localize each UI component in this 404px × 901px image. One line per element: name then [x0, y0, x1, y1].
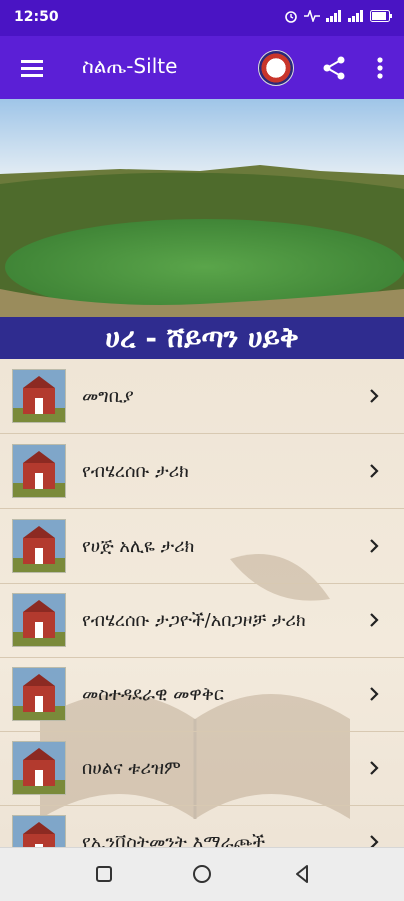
list-item-label: በሀልና ቱሪዝም [82, 757, 181, 779]
menu-list: መግቢያ የብሄረሰቡ ታሪክ የሀጅ አሊዬ ታሪክ የብሄረሰቡ ታጋዮች/… [0, 359, 404, 847]
app-title: ስልጤ-Silte [82, 54, 178, 78]
chevron-right-icon [370, 687, 379, 701]
list-item[interactable]: የብሄረሰቡ ታጋዮች/አበጋዞቻ ታሪክ [0, 583, 404, 658]
share-icon[interactable] [320, 54, 348, 82]
list-item[interactable]: የሀጅ አሊዬ ታሪክ [0, 509, 404, 584]
chevron-right-icon [370, 761, 379, 775]
list-item[interactable]: መስተዳደራዊ መዋቅር [0, 657, 404, 732]
church-thumbnail-icon [12, 741, 66, 795]
chevron-right-icon [370, 464, 379, 478]
chevron-right-icon [370, 835, 379, 847]
church-thumbnail-icon [12, 444, 66, 498]
signal-icon-2 [348, 10, 363, 22]
list-item-label: የብሄረሰቡ ታሪክ [82, 460, 189, 482]
church-thumbnail-icon [12, 667, 66, 721]
chevron-right-icon [370, 389, 379, 403]
church-thumbnail-icon [12, 369, 66, 423]
status-time: 12:50 [14, 9, 59, 25]
signal-icon [326, 10, 341, 22]
church-thumbnail-icon [12, 519, 66, 573]
app-bar: ስልጤ-Silte [0, 36, 404, 99]
page-heading: ሀረ - ሸይጣን ሀይቅ [0, 317, 404, 359]
list-item-label: የኢንቨስትመንት እማራጮች [82, 831, 266, 848]
back-triangle-icon[interactable] [290, 862, 314, 886]
chevron-right-icon [370, 613, 379, 627]
list-item[interactable]: የብሄረሰቡ ታሪክ [0, 434, 404, 509]
battery-icon [370, 10, 392, 22]
activity-icon [304, 10, 320, 22]
circle-nav-icon[interactable] [190, 862, 214, 886]
status-icons [284, 9, 392, 23]
list-item[interactable]: በሀልና ቱሪዝም [0, 731, 404, 806]
list-item[interactable]: መግቢያ [0, 359, 404, 434]
system-nav-bar [0, 847, 404, 901]
list-item-label: መግቢያ [82, 385, 134, 407]
chevron-right-icon [370, 539, 379, 553]
church-thumbnail-icon [12, 815, 66, 847]
banner-image [0, 99, 404, 317]
list-item-label: መስተዳደራዊ መዋቅር [82, 683, 224, 705]
alarm-icon [285, 11, 297, 23]
hamburger-menu-icon[interactable] [18, 54, 46, 82]
more-vertical-icon[interactable] [370, 54, 390, 82]
status-bar: 12:50 [0, 0, 404, 36]
list-item-label: የሀጅ አሊዬ ታሪክ [82, 535, 195, 557]
list-item[interactable]: የኢንቨስትመንት እማራጮች [0, 805, 404, 847]
list-item-label: የብሄረሰቡ ታጋዮች/አበጋዞቻ ታሪክ [82, 609, 306, 631]
logo-icon [258, 50, 294, 86]
square-nav-icon[interactable] [92, 862, 116, 886]
church-thumbnail-icon [12, 593, 66, 647]
